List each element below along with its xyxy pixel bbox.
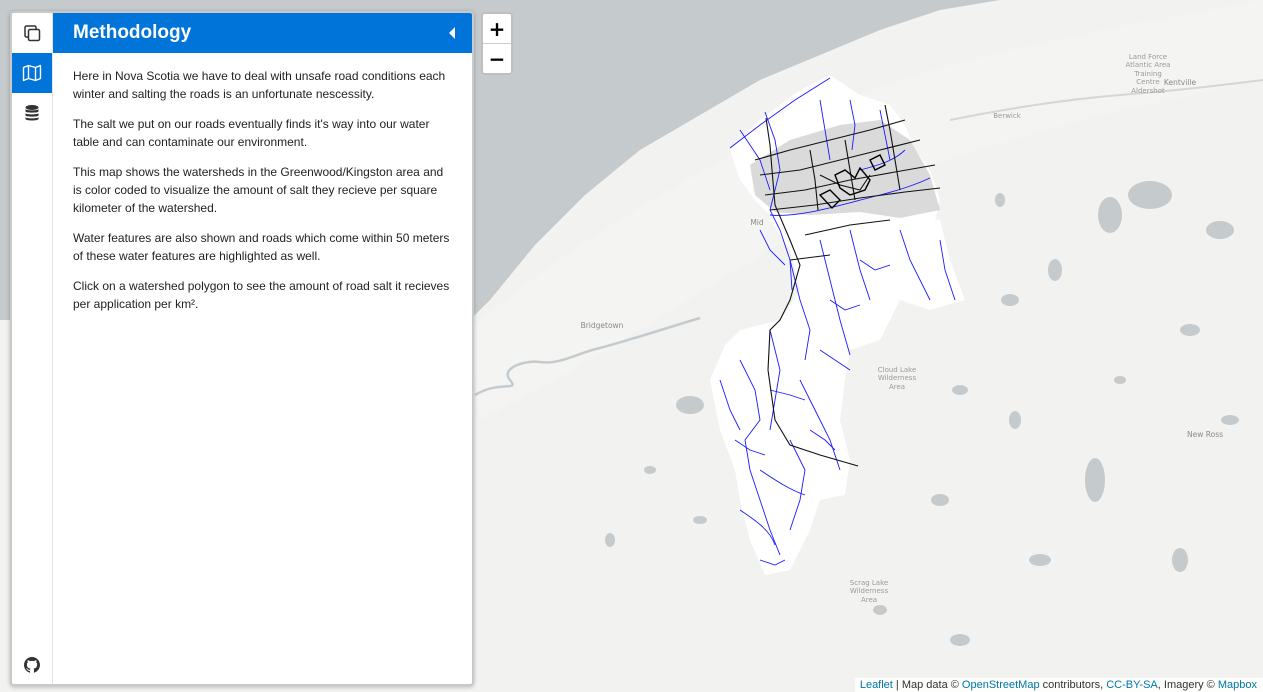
layers-icon — [24, 25, 41, 42]
methodology-paragraph: The salt we put on our roads eventually … — [73, 117, 430, 149]
sidebar-pane: Methodology Here in Nova Scotia we have … — [52, 13, 472, 684]
methodology-paragraph: Here in Nova Scotia we have to deal with… — [73, 69, 446, 101]
caret-left-icon — [449, 27, 455, 39]
mapbox-link[interactable]: Mapbox — [1218, 679, 1257, 691]
place-cloud-lake: Cloud Lake Wilderness Area — [877, 366, 917, 391]
pane-body: Here in Nova Scotia we have to deal with… — [53, 53, 472, 313]
zoom-control: + − — [481, 12, 513, 75]
database-tab[interactable] — [12, 93, 52, 133]
attribution-text-1: | Map data © — [892, 679, 962, 691]
license-link[interactable]: CC-BY-SA — [1106, 679, 1158, 691]
methodology-paragraph: Click on a watershed polygon to see the … — [73, 279, 450, 311]
place-middleton: Mid — [750, 218, 764, 227]
pane-title: Methodology — [73, 22, 192, 43]
zoom-in-button[interactable]: + — [483, 14, 511, 44]
map-tab[interactable] — [12, 53, 52, 93]
attribution: Leaflet | Map data © OpenStreetMap contr… — [854, 678, 1263, 692]
zoom-out-button[interactable]: − — [483, 44, 511, 73]
methodology-paragraph: Water features are also shown and roads … — [73, 231, 450, 263]
place-scrag-lake: Scrag Lake Wilderness Area — [849, 579, 889, 604]
database-icon — [25, 105, 39, 121]
leaflet-link[interactable]: Leaflet — [860, 679, 893, 691]
place-new-ross: New Ross — [1186, 430, 1224, 439]
place-kentville: Kentville — [1163, 78, 1197, 87]
pane-header: Methodology — [53, 13, 472, 53]
place-berwick: Berwick — [993, 112, 1021, 120]
map-icon — [22, 64, 42, 82]
attribution-text-2: contributors, — [1039, 679, 1107, 691]
collapse-sidebar-button[interactable] — [444, 25, 460, 41]
place-land-force: Land Force Atlantic Area Training Centre… — [1125, 53, 1171, 95]
sidebar-tabs — [12, 13, 52, 684]
attribution-text-3: , Imagery © — [1157, 679, 1218, 691]
methodology-paragraph: This map shows the watersheds in the Gre… — [73, 165, 444, 215]
layers-tab[interactable] — [12, 13, 52, 53]
github-tab[interactable] — [12, 645, 52, 684]
osm-link[interactable]: OpenStreetMap — [962, 679, 1040, 691]
place-bridgetown: Bridgetown — [580, 321, 624, 330]
sidebar: Methodology Here in Nova Scotia we have … — [10, 11, 474, 686]
github-icon — [24, 657, 40, 673]
